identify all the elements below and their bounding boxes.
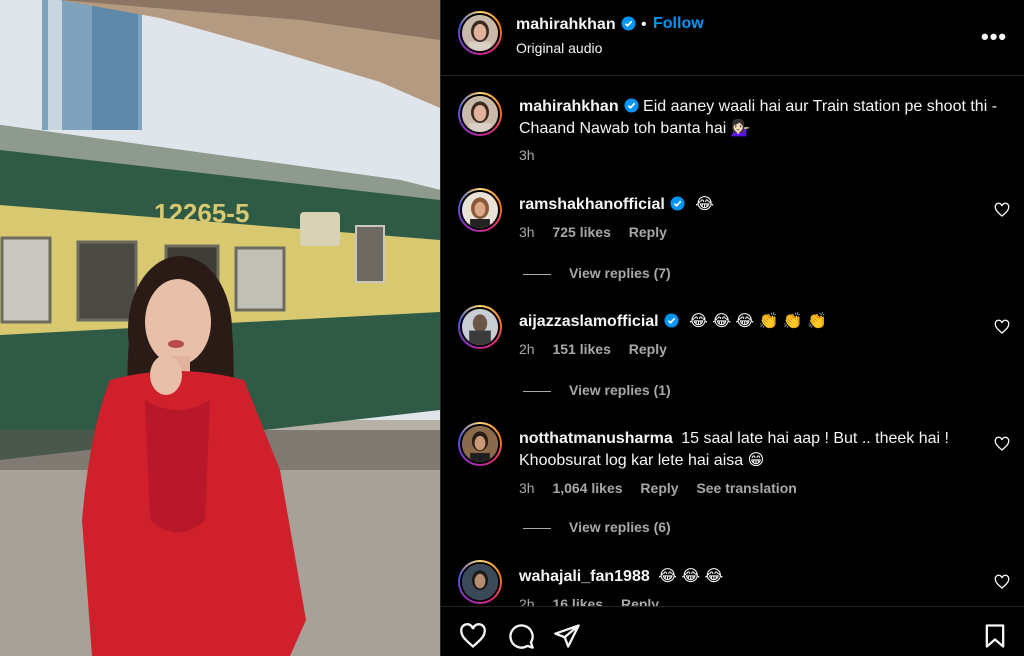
comment-text: 😂 — [695, 196, 714, 213]
view-replies-button[interactable]: View replies (1) — [523, 382, 671, 398]
author-avatar[interactable] — [458, 11, 502, 55]
comment-text-block: ramshakhanofficial 😂 — [519, 194, 979, 216]
comment-text-block: aijazzaslamofficial 😂 😂 😂 👏 👏 👏 — [519, 311, 979, 333]
comment-text: 😂 😂 😂 👏 👏 👏 — [689, 313, 828, 330]
view-replies-button[interactable]: View replies (6) — [523, 519, 671, 535]
comment-text: 😂 😂 😂 — [658, 568, 724, 585]
reply-button[interactable]: Reply — [640, 480, 678, 496]
post-action-bar — [441, 606, 1024, 656]
comment-like-heart-icon[interactable] — [994, 202, 1010, 218]
author-username[interactable]: mahirahkhan — [516, 16, 636, 34]
separator-dot: • — [641, 16, 647, 33]
avatar-image — [462, 309, 498, 345]
caption-text-block: mahirahkhan Eid aaney waali hai aur Trai… — [519, 96, 999, 140]
replies-divider-line — [523, 273, 551, 275]
commenter-avatar[interactable] — [458, 305, 502, 349]
audio-label[interactable]: Original audio — [516, 40, 602, 56]
commenter-avatar[interactable] — [458, 188, 502, 232]
comment-like-heart-icon[interactable] — [994, 319, 1010, 335]
comment-like-heart-icon[interactable] — [994, 436, 1010, 452]
post-media[interactable]: 12265-5 — [0, 0, 440, 656]
post-photo: 12265-5 — [0, 0, 440, 656]
post-panel: mahirahkhan • Follow Original audio ••• … — [440, 0, 1024, 656]
verified-icon — [664, 313, 679, 328]
comment-username[interactable]: notthatmanusharma — [519, 430, 673, 447]
comment-username[interactable]: ramshakhanofficial — [519, 196, 665, 213]
verified-icon — [670, 196, 685, 211]
comment-meta: 3h 725 likes Reply — [519, 224, 681, 240]
comment-meta: 2h 151 likes Reply — [519, 341, 681, 357]
view-replies-label[interactable]: View replies (7) — [569, 265, 671, 281]
comment-username[interactable]: wahajali_fan1988 — [519, 568, 650, 585]
author-username-text[interactable]: mahirahkhan — [516, 16, 616, 33]
comment-username[interactable]: aijazzaslamofficial — [519, 313, 659, 330]
avatar-image — [462, 426, 498, 462]
comment-text-block: wahajali_fan1988 😂 😂 😂 — [519, 566, 979, 588]
avatar-image — [462, 96, 498, 132]
caption-timestamp[interactable]: 3h — [519, 147, 535, 163]
more-options-icon[interactable]: ••• — [981, 24, 1007, 50]
share-icon[interactable] — [553, 622, 581, 650]
comment-likes[interactable]: 151 likes — [552, 341, 610, 357]
comment-icon[interactable] — [507, 622, 535, 650]
comment-likes[interactable]: 725 likes — [552, 224, 610, 240]
comment-time[interactable]: 2h — [519, 341, 535, 357]
post-header: mahirahkhan • Follow Original audio ••• — [441, 0, 1024, 76]
comment-likes[interactable]: 1,064 likes — [552, 480, 622, 496]
view-replies-button[interactable]: View replies (7) — [523, 265, 671, 281]
see-translation-button[interactable]: See translation — [696, 480, 796, 496]
comment-time[interactable]: 3h — [519, 480, 535, 496]
replies-divider-line — [523, 390, 551, 392]
caption-username[interactable]: mahirahkhan — [519, 98, 619, 115]
commenter-avatar[interactable] — [458, 560, 502, 604]
commenter-avatar[interactable] — [458, 422, 502, 466]
comment-text-block: notthatmanusharma 15 saal late hai aap !… — [519, 428, 979, 472]
comment-like-heart-icon[interactable] — [994, 574, 1010, 590]
comment-time[interactable]: 3h — [519, 224, 535, 240]
verified-icon — [624, 98, 639, 113]
heart-icon[interactable] — [459, 622, 487, 650]
replies-divider-line — [523, 527, 551, 529]
avatar-image — [462, 564, 498, 600]
reply-button[interactable]: Reply — [629, 224, 667, 240]
comment-meta: 3h 1,064 likes Reply See translation — [519, 480, 811, 496]
follow-button[interactable]: Follow — [653, 15, 704, 33]
view-replies-label[interactable]: View replies (1) — [569, 382, 671, 398]
view-replies-label[interactable]: View replies (6) — [569, 519, 671, 535]
train-number: 12265-5 — [154, 198, 249, 228]
bookmark-icon[interactable] — [981, 622, 1009, 650]
reply-button[interactable]: Reply — [629, 341, 667, 357]
avatar-image — [462, 15, 498, 51]
avatar-image — [462, 192, 498, 228]
verified-icon — [621, 16, 636, 31]
caption-avatar[interactable] — [458, 92, 502, 136]
